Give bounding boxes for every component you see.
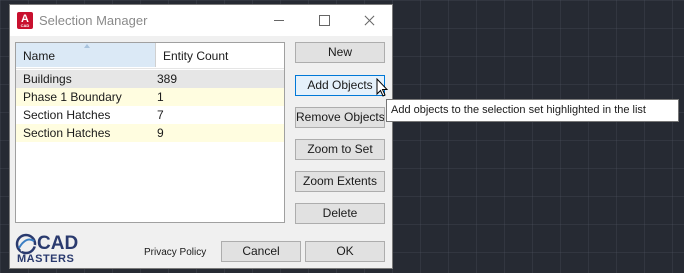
privacy-policy-link[interactable]: Privacy Policy bbox=[144, 247, 206, 258]
list-row[interactable]: Buildings 389 bbox=[16, 70, 284, 88]
row-entity-count: 1 bbox=[157, 90, 164, 104]
mouse-pointer-icon bbox=[376, 78, 389, 97]
list-row[interactable]: Phase 1 Boundary 1 bbox=[16, 88, 284, 106]
column-header-name[interactable]: Name bbox=[16, 43, 156, 67]
minimize-icon[interactable] bbox=[257, 5, 302, 36]
new-button[interactable]: New bbox=[295, 42, 385, 63]
row-entity-count: 7 bbox=[157, 108, 164, 122]
app-icon-caption: CAD bbox=[20, 23, 30, 28]
logo-text-cad: CAD bbox=[37, 233, 79, 254]
row-name: Section Hatches bbox=[23, 126, 111, 140]
title-bar[interactable]: A CAD Selection Manager bbox=[10, 5, 392, 36]
list-row[interactable]: Section Hatches 7 bbox=[16, 106, 284, 124]
delete-button[interactable]: Delete bbox=[295, 203, 385, 224]
window-title: Selection Manager bbox=[39, 13, 148, 28]
list-header: Name Entity Count bbox=[16, 43, 284, 69]
close-icon[interactable] bbox=[347, 5, 392, 36]
row-name: Buildings bbox=[23, 72, 72, 86]
logo-text-masters: MASTERS bbox=[17, 253, 75, 265]
remove-objects-button[interactable]: Remove Objects bbox=[295, 107, 385, 128]
column-header-name-label: Name bbox=[23, 49, 56, 63]
list-row[interactable]: Section Hatches 9 bbox=[16, 124, 284, 142]
maximize-icon[interactable] bbox=[302, 5, 347, 36]
row-entity-count: 389 bbox=[157, 72, 178, 86]
row-entity-count: 9 bbox=[157, 126, 164, 140]
ok-button[interactable]: OK bbox=[305, 241, 385, 262]
zoom-to-set-button[interactable]: Zoom to Set bbox=[295, 139, 385, 160]
column-header-entity-count[interactable]: Entity Count bbox=[156, 43, 284, 67]
row-name: Section Hatches bbox=[23, 108, 111, 122]
selection-manager-window: A CAD Selection Manager Name Entity Coun… bbox=[9, 4, 393, 269]
zoom-extents-button[interactable]: Zoom Extents bbox=[295, 171, 385, 192]
add-objects-button[interactable]: Add Objects bbox=[295, 75, 385, 96]
cad-masters-logo: CAD MASTERS bbox=[15, 233, 100, 267]
selection-set-list[interactable]: Name Entity Count Buildings 389 Phase 1 … bbox=[15, 42, 285, 223]
autocad-app-icon: A CAD bbox=[17, 12, 33, 29]
sort-ascending-icon bbox=[84, 44, 90, 48]
column-header-entity-count-label: Entity Count bbox=[163, 49, 229, 63]
row-name: Phase 1 Boundary bbox=[23, 90, 122, 104]
add-objects-tooltip: Add objects to the selection set highlig… bbox=[386, 99, 679, 122]
globe-logo-icon bbox=[15, 233, 37, 255]
cancel-button[interactable]: Cancel bbox=[221, 241, 301, 262]
